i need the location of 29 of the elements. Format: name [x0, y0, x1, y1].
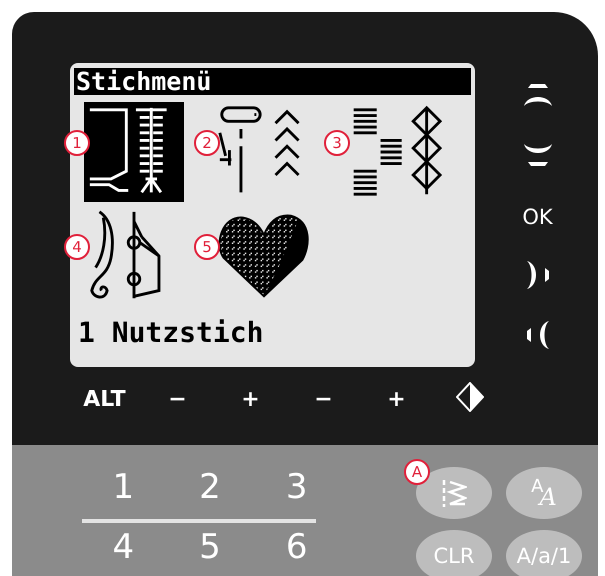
- key-label[interactable]: −: [314, 386, 333, 412]
- down-arrow-icon[interactable]: [522, 142, 552, 168]
- right-arrow-icon[interactable]: [524, 260, 550, 290]
- mirror-icon[interactable]: [456, 382, 484, 412]
- number-key[interactable]: 5: [199, 527, 221, 567]
- number-key[interactable]: 4: [112, 527, 134, 567]
- key-label[interactable]: +: [241, 386, 260, 412]
- up-arrow-icon[interactable]: [522, 82, 552, 108]
- number-key[interactable]: 6: [286, 527, 308, 567]
- key-label[interactable]: OK: [522, 205, 553, 229]
- callout-marker: 1: [64, 130, 90, 156]
- function-button[interactable]: A/a/1: [506, 530, 582, 576]
- screen-title: Stichmenü: [74, 68, 471, 95]
- callout-marker: A: [404, 459, 430, 485]
- key-label[interactable]: ALT: [83, 386, 126, 412]
- callout-marker: 5: [194, 234, 220, 260]
- status-text: 1 Nutzstich: [77, 316, 264, 349]
- function-button[interactable]: CLR: [416, 530, 492, 576]
- left-arrow-icon[interactable]: [524, 320, 550, 350]
- callout-marker: 4: [64, 234, 90, 260]
- key-label[interactable]: +: [387, 386, 406, 412]
- stitch-icon: [441, 479, 467, 507]
- number-key[interactable]: 3: [286, 467, 308, 507]
- number-key[interactable]: 1: [112, 467, 134, 507]
- callout-marker: 2: [194, 130, 220, 156]
- number-key[interactable]: 2: [199, 467, 221, 507]
- callout-marker: 3: [324, 130, 350, 156]
- stitch-category-icon[interactable]: [84, 102, 184, 202]
- key-label[interactable]: −: [168, 386, 187, 412]
